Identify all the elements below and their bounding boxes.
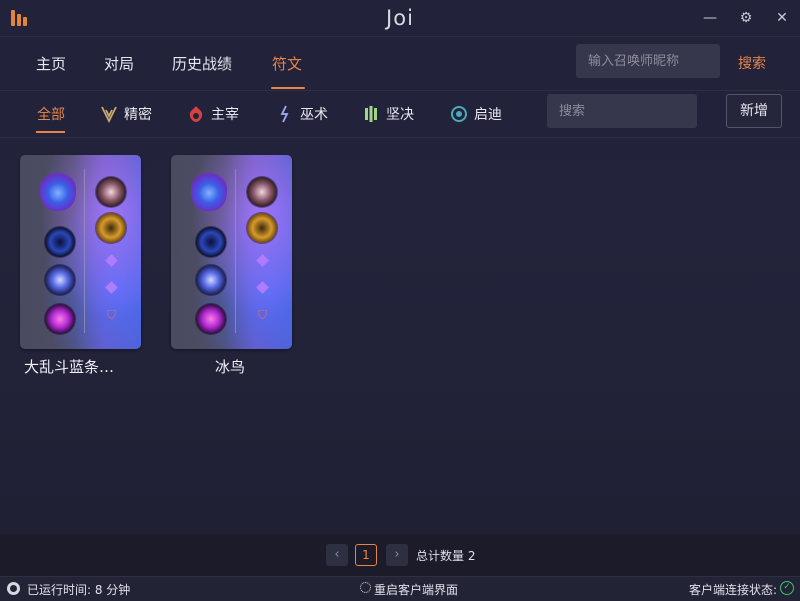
prev-page-button[interactable]: ‹: [326, 544, 348, 566]
tab-resolve-label: 坚决: [386, 107, 414, 123]
resolve-icon: [365, 106, 377, 122]
add-rune-page-button[interactable]: 新增: [726, 94, 782, 128]
card-divider: [235, 169, 236, 333]
tab-all-label: 全部: [37, 107, 65, 123]
minimize-button[interactable]: —: [699, 8, 721, 28]
inspiration-icon: [451, 106, 467, 122]
nav-active-indicator: [271, 87, 305, 89]
status-bar: 已运行时间: 8 分钟 重启客户端界面 客户端连接状态: ✓: [0, 576, 800, 601]
app-window: Joi — ⚙ ✕ 主页 对局 历史战绩 符文 搜索 全部 精密 主宰 巫术: [0, 0, 800, 601]
secondary-rune-2-icon: [96, 213, 126, 243]
tab-all[interactable]: 全部: [37, 104, 65, 124]
secondary-rune-1-icon: [96, 177, 126, 207]
sorcery-icon: [280, 105, 289, 123]
precision-icon: [101, 106, 117, 123]
stat-shard-defense-icon: ⛉: [106, 308, 116, 322]
secondary-rune-1-icon: [247, 177, 277, 207]
primary-rune-1-icon: [45, 227, 75, 257]
next-page-button[interactable]: ›: [386, 544, 408, 566]
github-icon[interactable]: [7, 582, 20, 595]
tab-precision[interactable]: 精密: [100, 104, 152, 124]
tab-domination-label: 主宰: [211, 107, 239, 123]
tab-active-indicator: [36, 131, 65, 133]
rune-page-card[interactable]: ⛉: [171, 155, 292, 349]
primary-rune-1-icon: [196, 227, 226, 257]
nav-item-history[interactable]: 历史战绩: [172, 53, 232, 74]
restart-icon[interactable]: [360, 582, 371, 593]
stat-shard-defense-icon: ⛉: [257, 308, 267, 322]
tab-resolve[interactable]: 坚决: [362, 104, 414, 124]
rune-pages-area: ⛉ 大乱斗蓝条… ⛉ 冰鸟: [0, 137, 800, 535]
rune-search-input[interactable]: [547, 94, 697, 128]
tab-sorcery-label: 巫术: [300, 107, 328, 123]
rune-page-card[interactable]: ⛉: [20, 155, 141, 349]
nav-item-home[interactable]: 主页: [36, 53, 66, 74]
summoner-search-input[interactable]: [576, 44, 720, 78]
uptime-text: 已运行时间: 8 分钟: [27, 583, 131, 597]
secondary-rune-2-icon: [247, 213, 277, 243]
tab-inspiration-label: 启迪: [474, 107, 502, 123]
primary-rune-3-icon: [45, 304, 75, 334]
summoner-search-button[interactable]: 搜索: [738, 53, 766, 73]
keystone-rune-icon: [191, 171, 227, 211]
tab-sorcery[interactable]: 巫术: [276, 104, 328, 124]
domination-icon: [189, 106, 203, 122]
app-title: Joi: [386, 6, 414, 30]
close-button[interactable]: ✕: [771, 8, 793, 28]
tab-inspiration[interactable]: 启迪: [450, 104, 502, 124]
nav-item-runes[interactable]: 符文: [272, 53, 302, 74]
connection-status-label: 客户端连接状态:: [689, 583, 778, 597]
pagination: ‹ 1 › 总计数量 2: [0, 534, 800, 576]
primary-rune-3-icon: [196, 304, 226, 334]
card-divider: [84, 169, 85, 333]
restart-client-ui-button[interactable]: 重启客户端界面: [374, 581, 458, 598]
tab-precision-label: 精密: [124, 107, 152, 123]
rune-page-name: 大乱斗蓝条…: [24, 358, 115, 376]
primary-rune-2-icon: [196, 265, 226, 295]
keystone-rune-icon: [40, 171, 76, 211]
total-count: 总计数量 2: [416, 549, 476, 563]
tab-domination[interactable]: 主宰: [187, 104, 239, 124]
connected-check-icon: ✓: [780, 581, 794, 595]
title-bar: Joi — ⚙ ✕: [0, 0, 800, 36]
settings-gear-icon[interactable]: ⚙: [735, 8, 757, 28]
page-number-button[interactable]: 1: [355, 544, 377, 566]
rune-page-name: 冰鸟: [215, 358, 246, 376]
primary-rune-2-icon: [45, 265, 75, 295]
nav-item-match[interactable]: 对局: [104, 53, 134, 74]
